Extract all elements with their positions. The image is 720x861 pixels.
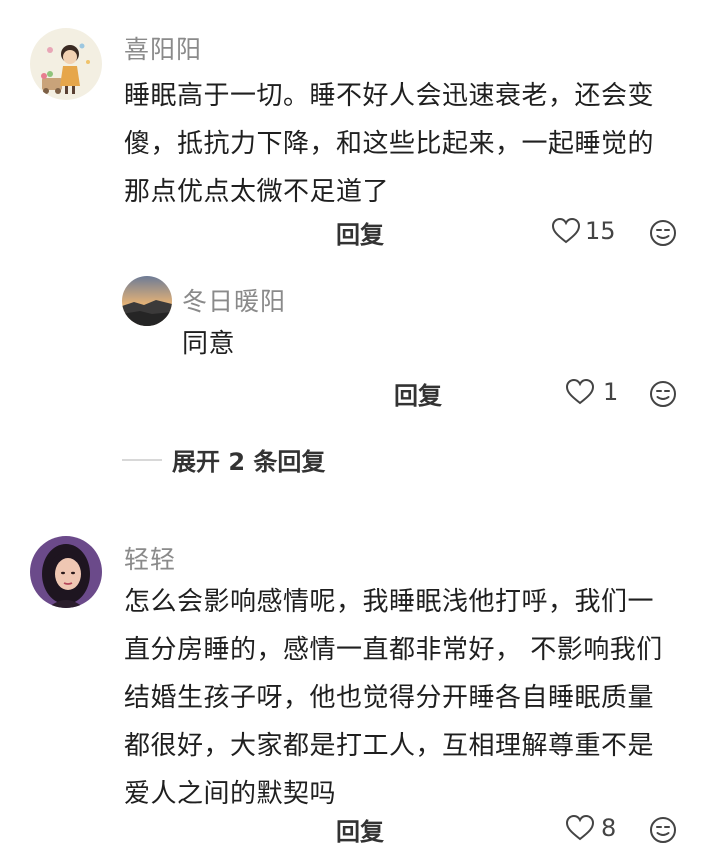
avatar[interactable]	[30, 28, 102, 100]
smiley-icon	[650, 381, 676, 407]
avatar[interactable]	[30, 536, 102, 608]
comment-text: 怎么会影响感情呢，我睡眠浅他打呼，我们一 直分房睡的，感情一直都非常好， 不影响…	[124, 578, 714, 818]
cartoon-girl-avatar-icon	[30, 28, 102, 100]
comment-line: 那点优点太微不足道了	[124, 177, 390, 207]
comment-text: 睡眠高于一切。睡不好人会迅速衰老，还会变 傻，抵抗力下降，和这些比起来，一起睡觉…	[124, 72, 704, 216]
heart-icon	[565, 378, 595, 405]
comment-line: 怎么会影响感情呢，我睡眠浅他打呼，我们一	[124, 587, 655, 617]
like-count: 15	[585, 217, 616, 245]
like-button[interactable]: 15	[551, 217, 616, 245]
comment-item: 喜阳阳 睡眠高于一切。睡不好人会迅速衰老，还会变 傻，抵抗力下降，和这些比起来，…	[0, 0, 720, 260]
reply-button[interactable]: 回复	[336, 215, 384, 250]
comment-line: 直分房睡的，感情一直都非常好， 不影响我们	[124, 635, 663, 665]
expand-replies-button[interactable]: 展开 2 条回复	[122, 442, 325, 477]
heart-icon	[551, 217, 581, 244]
username[interactable]: 冬日暖阳	[182, 282, 286, 318]
comment-line: 爱人之间的默契吗	[124, 779, 337, 809]
reply-text: 同意	[182, 329, 236, 359]
expand-replies-label: 展开 2 条回复	[172, 448, 326, 476]
smiley-icon	[650, 220, 676, 246]
divider	[122, 458, 162, 461]
sunset-landscape-avatar-icon	[122, 276, 172, 326]
heart-icon	[565, 814, 595, 841]
reply-button[interactable]: 回复	[394, 376, 442, 411]
like-button[interactable]: 8	[565, 814, 616, 842]
sub-reply-item: 冬日暖阳 同意 回复 1	[0, 260, 720, 420]
like-count: 1	[603, 378, 619, 406]
reaction-button[interactable]	[649, 219, 677, 247]
comment-line: 都很好，大家都是打工人，互相理解尊重不是	[124, 731, 655, 761]
reaction-button[interactable]	[649, 816, 677, 844]
reply-button[interactable]: 回复	[336, 812, 384, 847]
reaction-button[interactable]	[649, 380, 677, 408]
username[interactable]: 轻轻	[124, 540, 176, 576]
like-count: 8	[601, 814, 617, 842]
comment-line: 睡眠高于一切。睡不好人会迅速衰老，还会变	[124, 81, 655, 111]
comment-line: 傻，抵抗力下降，和这些比起来，一起睡觉的	[124, 129, 655, 159]
username[interactable]: 喜阳阳	[124, 30, 202, 66]
avatar[interactable]	[122, 276, 172, 326]
smiley-icon	[650, 817, 676, 843]
comment-item: 轻轻 怎么会影响感情呢，我睡眠浅他打呼，我们一 直分房睡的，感情一直都非常好， …	[0, 520, 720, 861]
comment-line: 结婚生孩子呀，他也觉得分开睡各自睡眠质量	[124, 683, 655, 713]
like-button[interactable]: 1	[565, 378, 618, 406]
woman-portrait-avatar-icon	[30, 536, 102, 608]
